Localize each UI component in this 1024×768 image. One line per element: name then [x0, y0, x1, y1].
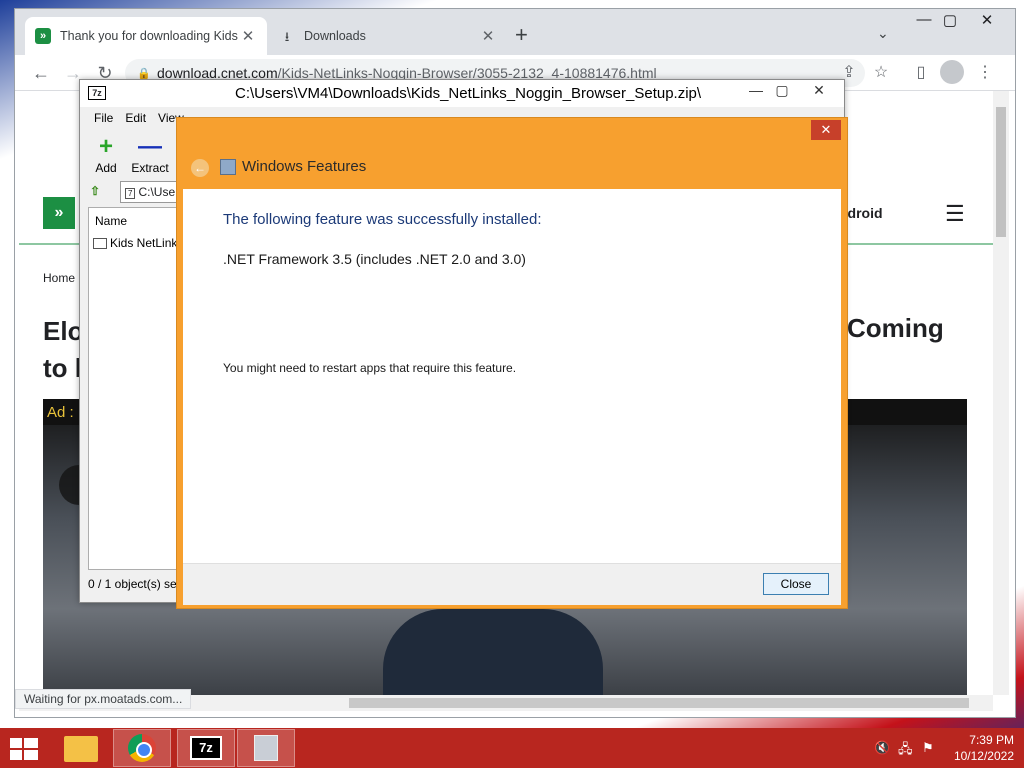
back-arrow-icon[interactable]: ←	[191, 159, 209, 177]
headline-line-2: to l	[43, 353, 82, 383]
headline-line-1: Elo	[43, 316, 84, 346]
column-name-header[interactable]: Name	[95, 214, 127, 228]
extract-label: Extract	[131, 161, 169, 175]
plus-icon: +	[98, 133, 113, 160]
lock-icon[interactable]: 🔒	[137, 67, 151, 80]
volume-muted-icon[interactable]: 🔇	[874, 740, 890, 756]
article-headline: Elo to l	[43, 313, 83, 387]
file-name: Kids NetLink	[110, 236, 178, 250]
video-frame-figure	[383, 609, 603, 695]
close-window-button[interactable]: ✕	[967, 11, 1007, 33]
windows-features-app-icon[interactable]	[254, 735, 278, 761]
hamburger-menu-icon[interactable]: ☰	[945, 201, 965, 227]
profile-avatar[interactable]	[940, 60, 964, 84]
tab-cnet-download[interactable]: » Thank you for downloading Kids ✕	[25, 17, 267, 55]
menu-file[interactable]: File	[88, 107, 119, 129]
windows-features-dialog: ✕ ← Windows Features The following featu…	[176, 117, 848, 609]
sevenzip-titlebar: 7z C:\Users\VM4\Downloads\Kids_NetLinks_…	[80, 80, 844, 107]
headline-right-fragment: Coming	[847, 313, 944, 343]
sevenzip-icon[interactable]: 7z	[190, 736, 222, 760]
breadcrumb-home[interactable]: Home	[43, 271, 75, 285]
scroll-thumb[interactable]	[349, 698, 969, 708]
menu-dots-icon[interactable]: ⋮	[973, 61, 997, 85]
tab-close-icon[interactable]: ✕	[479, 27, 497, 45]
list-item[interactable]: Kids NetLink	[93, 236, 177, 250]
download-icon: ⭳	[284, 29, 290, 44]
path-value: C:\Use	[138, 185, 176, 199]
maximize-button[interactable]: ▢	[937, 11, 963, 29]
minus-icon: —	[138, 133, 162, 160]
tab-close-icon[interactable]: ✕	[239, 27, 257, 45]
clock-time: 7:39 PM	[969, 733, 1014, 747]
dialog-content: The following feature was successfully i…	[183, 189, 841, 563]
success-heading: The following feature was successfully i…	[223, 211, 542, 228]
up-folder-icon[interactable]: ⇧	[90, 184, 100, 198]
side-panel-icon[interactable]: ▯	[909, 61, 933, 85]
tab-label: Thank you for downloading Kids	[60, 29, 238, 43]
network-icon[interactable]: 🖧	[898, 740, 913, 762]
maximize-button[interactable]: ▢	[768, 82, 796, 99]
cnet-logo[interactable]: »	[43, 197, 75, 229]
tab-label: Downloads	[304, 29, 366, 43]
dialog-close-icon[interactable]: ✕	[811, 120, 841, 140]
restart-note: You might need to restart apps that requ…	[223, 361, 517, 375]
tab-search-icon[interactable]: ⌄	[877, 25, 889, 42]
action-center-icon[interactable]: ⚑	[922, 740, 934, 756]
close-button[interactable]: Close	[763, 573, 829, 595]
system-clock[interactable]: 7:39 PM 10/12/2022	[944, 732, 1014, 764]
sevenzip-app-icon: 7z	[88, 86, 106, 100]
dialog-title: Windows Features	[242, 158, 367, 175]
windows-start-icon[interactable]	[10, 738, 38, 760]
tab-strip: » Thank you for downloading Kids ✕ ⭳ Dow…	[15, 9, 1015, 55]
dialog-footer: Close	[183, 563, 841, 605]
status-bubble: Waiting for px.moatads.com...	[15, 689, 192, 709]
back-arrow-icon[interactable]: ←	[29, 61, 53, 85]
vertical-scrollbar[interactable]	[993, 91, 1009, 695]
minimize-button[interactable]: —	[911, 11, 937, 28]
close-window-button[interactable]: ✕	[798, 82, 840, 99]
chrome-icon[interactable]	[128, 734, 156, 762]
sevenzip-status: 0 / 1 object(s) sel	[88, 577, 180, 591]
taskbar: 7z 🔇 🖧 ⚑ 7:39 PM 10/12/2022	[0, 728, 1024, 768]
minimize-button[interactable]: —	[742, 82, 770, 98]
bookmark-star-icon[interactable]: ☆	[869, 61, 893, 85]
installed-feature: .NET Framework 3.5 (includes .NET 2.0 an…	[223, 251, 526, 267]
file-icon	[93, 238, 107, 250]
ad-label: Ad :	[47, 404, 74, 421]
archive-icon: 7	[125, 188, 136, 199]
file-explorer-icon[interactable]	[64, 736, 98, 762]
clock-date: 10/12/2022	[953, 749, 1014, 763]
sevenzip-title: C:\Users\VM4\Downloads\Kids_NetLinks_Nog…	[235, 85, 702, 102]
new-tab-button[interactable]: +	[515, 23, 528, 47]
tab-downloads[interactable]: ⭳ Downloads ✕	[269, 17, 507, 55]
add-label: Add	[95, 161, 117, 175]
scroll-thumb[interactable]	[996, 107, 1006, 237]
windows-features-icon	[220, 159, 236, 175]
menu-edit[interactable]: Edit	[119, 107, 152, 129]
cnet-favicon-icon: »	[35, 28, 51, 44]
add-button[interactable]: + Add	[84, 133, 128, 175]
extract-button[interactable]: — Extract	[128, 133, 172, 175]
